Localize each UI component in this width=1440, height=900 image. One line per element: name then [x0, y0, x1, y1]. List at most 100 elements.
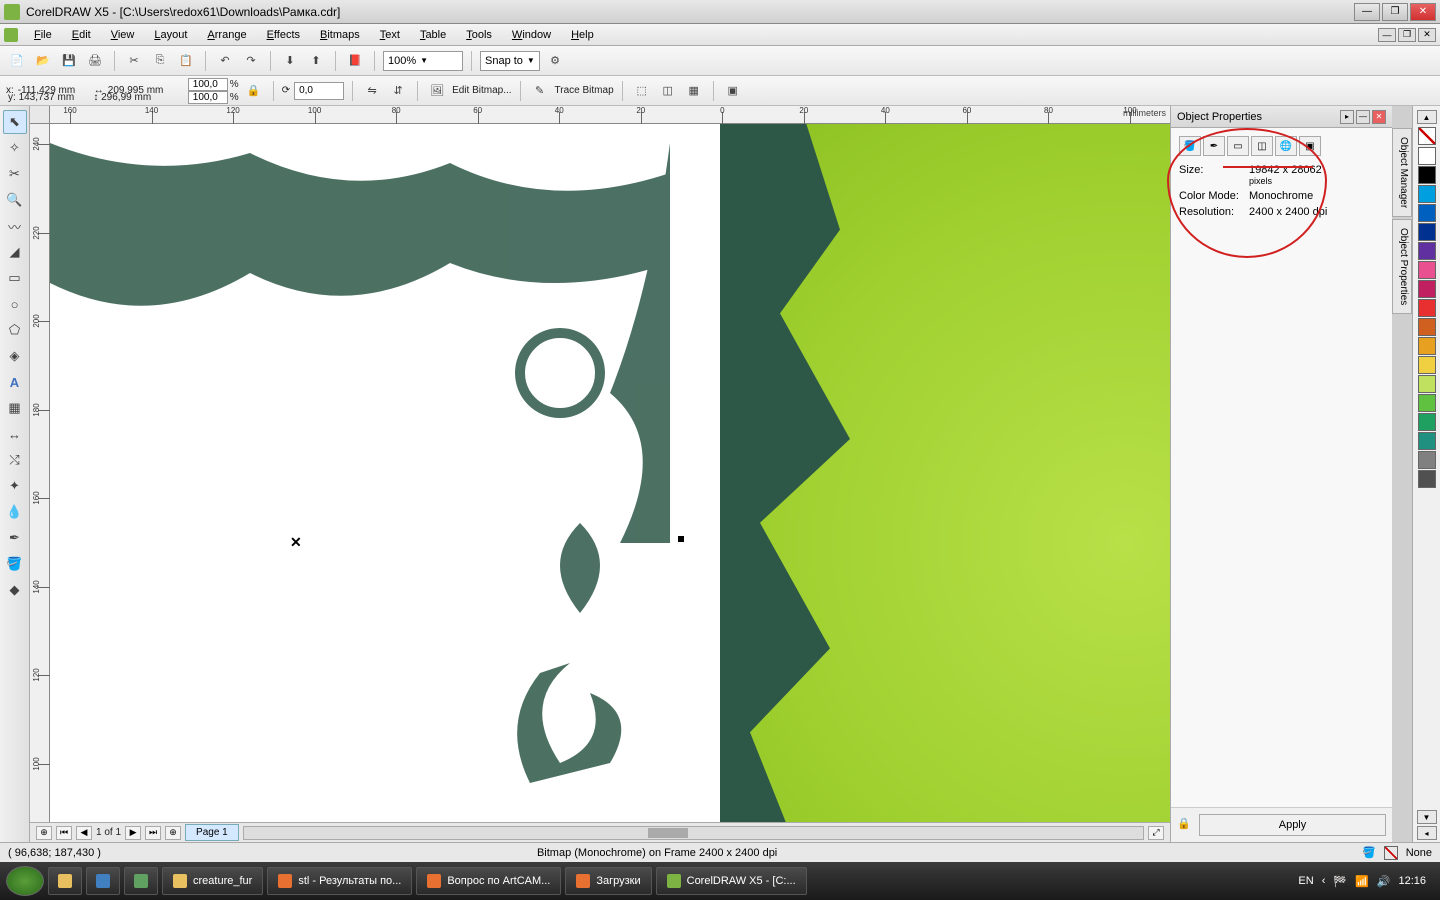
edit-bitmap-label[interactable]: Edit Bitmap...	[452, 85, 511, 96]
undo-button[interactable]: ↶	[214, 50, 236, 72]
color-swatch[interactable]	[1418, 147, 1436, 165]
menu-layout[interactable]: Layout	[144, 27, 197, 43]
zoom-tool[interactable]: 🔍	[3, 188, 27, 212]
color-swatch[interactable]	[1418, 280, 1436, 298]
mirror-h-button[interactable]: ⇋	[361, 80, 383, 102]
page-tab-1[interactable]: Page 1	[185, 824, 239, 841]
taskbar-item[interactable]: Загрузки	[565, 867, 651, 895]
rotation-input[interactable]	[294, 82, 344, 100]
ruler-corner[interactable]	[30, 106, 50, 124]
color-swatch[interactable]	[1418, 356, 1436, 374]
paste-button[interactable]: 📋	[175, 50, 197, 72]
menu-view[interactable]: View	[101, 27, 145, 43]
mdi-minimize[interactable]: —	[1378, 28, 1396, 42]
publish-pdf-button[interactable]: 📕	[344, 50, 366, 72]
color-swatch[interactable]	[1418, 432, 1436, 450]
trace-bitmap-label[interactable]: Trace Bitmap	[555, 85, 614, 96]
docker-expand-button[interactable]: ▸	[1340, 110, 1354, 124]
interactive-tool[interactable]: ✦	[3, 474, 27, 498]
options-button[interactable]: ⚙	[544, 50, 566, 72]
color-swatch[interactable]	[1418, 223, 1436, 241]
maximize-button[interactable]: ❐	[1382, 3, 1408, 21]
color-swatch[interactable]	[1418, 261, 1436, 279]
tray-flag-icon[interactable]: 🏁	[1333, 875, 1347, 888]
wrap-text-button[interactable]: ▣	[722, 80, 744, 102]
menu-bitmaps[interactable]: Bitmaps	[310, 27, 370, 43]
language-indicator[interactable]: EN	[1298, 875, 1313, 887]
page-next[interactable]: ▶	[125, 826, 141, 840]
outline-tab[interactable]: ✒	[1203, 136, 1225, 156]
color-swatch[interactable]	[1418, 242, 1436, 260]
clock[interactable]: 12:16	[1398, 875, 1426, 887]
canvas[interactable]: ✕	[50, 124, 1170, 822]
interactive-fill-tool[interactable]: ◆	[3, 578, 27, 602]
mirror-v-button[interactable]: ⇵	[387, 80, 409, 102]
start-button[interactable]	[6, 866, 44, 896]
pinned-app[interactable]	[86, 867, 120, 895]
page-first[interactable]: ⏮	[56, 826, 72, 840]
bitmap-color-mask-button[interactable]: ▦	[683, 80, 705, 102]
palette-flyout[interactable]: ◂	[1417, 826, 1437, 840]
tab-3[interactable]: ▭	[1227, 136, 1249, 156]
shape-tool[interactable]: ✧	[3, 136, 27, 160]
ellipse-tool[interactable]: ○	[3, 292, 27, 316]
freehand-tool[interactable]: 〰	[3, 214, 27, 238]
import-button[interactable]: ⬇	[279, 50, 301, 72]
menu-edit[interactable]: Edit	[62, 27, 101, 43]
polygon-tool[interactable]: ⬠	[3, 318, 27, 342]
pinned-explorer[interactable]	[48, 867, 82, 895]
connector-tool[interactable]: ⤭	[3, 448, 27, 472]
color-swatch[interactable]	[1418, 318, 1436, 336]
menu-table[interactable]: Table	[410, 27, 456, 43]
color-swatch[interactable]	[1418, 451, 1436, 469]
text-tool[interactable]: A	[3, 370, 27, 394]
palette-up[interactable]: ▲	[1417, 110, 1437, 124]
redo-button[interactable]: ↷	[240, 50, 262, 72]
color-swatch[interactable]	[1418, 185, 1436, 203]
open-button[interactable]: 📂	[32, 50, 54, 72]
tab-4[interactable]: ◫	[1251, 136, 1273, 156]
mdi-close[interactable]: ✕	[1418, 28, 1436, 42]
basic-shapes-tool[interactable]: ◈	[3, 344, 27, 368]
vertical-ruler[interactable]: 240220200180160140120100	[30, 124, 50, 822]
bitmap-tab[interactable]: ▣	[1299, 136, 1321, 156]
menu-text[interactable]: Text	[370, 27, 410, 43]
page-last[interactable]: ⏭	[145, 826, 161, 840]
cut-button[interactable]: ✂	[123, 50, 145, 72]
docker-tab-object-properties[interactable]: Object Properties	[1392, 219, 1412, 314]
dimension-tool[interactable]: ↔	[3, 422, 27, 446]
export-button[interactable]: ⬆	[305, 50, 327, 72]
taskbar-item[interactable]: creature_fur	[162, 867, 263, 895]
color-swatch[interactable]	[1418, 470, 1436, 488]
menu-effects[interactable]: Effects	[257, 27, 310, 43]
fill-tab[interactable]: 🪣	[1179, 136, 1201, 156]
color-swatch[interactable]	[1418, 413, 1436, 431]
horizontal-ruler[interactable]: millimeters 1601401201008060402002040608…	[50, 106, 1170, 124]
color-swatch[interactable]	[1418, 166, 1436, 184]
fill-none-swatch[interactable]	[1384, 846, 1398, 860]
print-button[interactable]: 🖨	[84, 50, 106, 72]
mdi-restore[interactable]: ❐	[1398, 28, 1416, 42]
docker-titlebar[interactable]: Object Properties ▸ — ✕	[1171, 106, 1392, 128]
zoom-combo[interactable]: 100%▼	[383, 51, 463, 71]
color-swatch[interactable]	[1418, 375, 1436, 393]
snapto-combo[interactable]: Snap to▼	[480, 51, 540, 71]
smart-fill-tool[interactable]: ◢	[3, 240, 27, 264]
outline-tool[interactable]: ✒	[3, 526, 27, 550]
menu-file[interactable]: File	[24, 27, 62, 43]
close-button[interactable]: ✕	[1410, 3, 1436, 21]
page-add-icon[interactable]: ⊕	[36, 826, 52, 840]
lock-ratio-button[interactable]: 🔒	[243, 80, 265, 102]
new-button[interactable]: 📄	[6, 50, 28, 72]
horizontal-scrollbar[interactable]	[243, 826, 1144, 840]
crop-button[interactable]: ⬚	[631, 80, 653, 102]
color-swatch[interactable]	[1418, 394, 1436, 412]
taskbar-item[interactable]: stl - Результаты по...	[267, 867, 412, 895]
menu-arrange[interactable]: Arrange	[197, 27, 256, 43]
color-swatch[interactable]	[1418, 204, 1436, 222]
menu-tools[interactable]: Tools	[456, 27, 502, 43]
menu-help[interactable]: Help	[561, 27, 604, 43]
pinned-app-2[interactable]	[124, 867, 158, 895]
crop-tool[interactable]: ✂	[3, 162, 27, 186]
selection-handle[interactable]	[678, 536, 684, 542]
